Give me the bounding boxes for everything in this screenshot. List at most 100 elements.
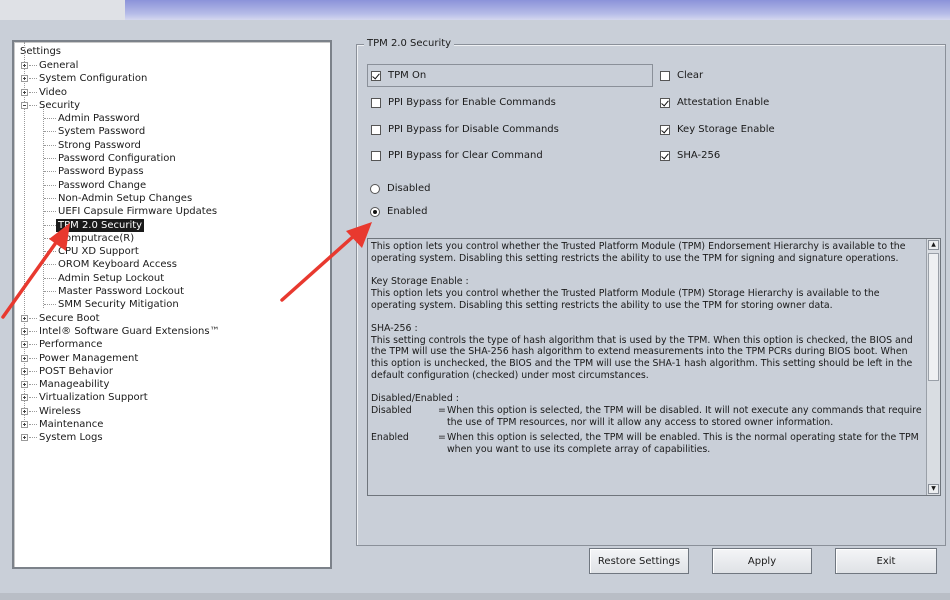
tree-item-maintenance[interactable]: Maintenance <box>14 418 330 431</box>
tree-connector <box>44 277 56 280</box>
tree-item-label: Strong Password <box>58 139 141 151</box>
tree-item-secure-boot[interactable]: Secure Boot <box>14 312 330 325</box>
tree-item-intel-software-guard-extensions[interactable]: Intel® Software Guard Extensions™ <box>14 325 330 338</box>
checkbox-box[interactable] <box>660 150 670 161</box>
tree-item-label: POST Behavior <box>39 365 113 377</box>
tree-item-system-password[interactable]: System Password <box>14 125 330 138</box>
tree-connector <box>29 78 37 80</box>
help-scrollbar[interactable]: ▲ ▼ <box>926 239 940 495</box>
tree-item-label: Intel® Software Guard Extensions™ <box>39 325 220 337</box>
clear-checkbox[interactable]: Clear <box>660 70 703 81</box>
restore-settings-button[interactable]: Restore Settings <box>589 548 689 574</box>
disabled-enabled-heading: Disabled/Enabled : <box>371 393 459 405</box>
tree-item-performance[interactable]: Performance <box>14 338 330 351</box>
sha256-checkbox[interactable]: SHA-256 <box>660 150 720 161</box>
disabled-radio[interactable]: Disabled <box>370 183 430 194</box>
settings-tree-panel[interactable]: Settings General System Configuration Vide… <box>12 40 332 569</box>
tree-connector <box>29 410 37 413</box>
tree-item-password-change[interactable]: Password Change <box>14 179 330 192</box>
expand-icon[interactable] <box>21 88 28 96</box>
ppi-bypass-clear-checkbox[interactable]: PPI Bypass for Clear Command <box>371 150 543 161</box>
tree-item-label: SMM Security Mitigation <box>58 299 179 311</box>
collapse-icon[interactable] <box>21 101 28 109</box>
tree-item-system-logs[interactable]: System Logs <box>14 431 330 444</box>
tree-item-power-management[interactable]: Power Management <box>14 352 330 365</box>
definition-equals: = <box>438 432 446 444</box>
definition-term: Disabled <box>371 404 412 416</box>
ppi-bypass-enable-checkbox[interactable]: PPI Bypass for Enable Commands <box>371 97 556 108</box>
tree-item-label: System Configuration <box>39 73 148 85</box>
tree-item-label: UEFI Capsule Firmware Updates <box>58 206 218 218</box>
attestation-enable-checkbox[interactable]: Attestation Enable <box>660 97 769 108</box>
tree-item-cpu-xd-support[interactable]: CPU XD Support <box>14 245 330 258</box>
expand-icon[interactable] <box>21 314 28 322</box>
tree-item-wireless[interactable]: Wireless <box>14 405 330 418</box>
tree-item-label: Master Password Lockout <box>58 286 185 298</box>
tree-item-non-admin-setup-changes[interactable]: Non-Admin Setup Changes <box>14 192 330 205</box>
exit-button[interactable]: Exit <box>835 548 937 574</box>
tree-connector <box>29 104 37 107</box>
tree-item-smm-security-mitigation[interactable]: SMM Security Mitigation <box>14 298 330 311</box>
expand-icon[interactable] <box>21 394 28 402</box>
checkbox-box[interactable] <box>660 70 670 81</box>
tree-connector <box>44 171 56 173</box>
tree-item-label: Password Configuration <box>58 153 176 165</box>
tree-item-orom-keyboard-access[interactable]: OROM Keyboard Access <box>14 258 330 271</box>
tree-item-general[interactable]: General <box>14 59 330 72</box>
tree-item-post-behavior[interactable]: POST Behavior <box>14 365 330 378</box>
checkbox-box[interactable] <box>660 124 670 135</box>
tree-item-admin-password[interactable]: Admin Password <box>14 112 330 125</box>
tpm-on-checkbox[interactable]: TPM On <box>371 70 426 81</box>
expand-icon[interactable] <box>21 75 28 83</box>
expand-icon[interactable] <box>21 62 28 69</box>
checkbox-box[interactable] <box>371 70 381 81</box>
tree-item-master-password-lockout[interactable]: Master Password Lockout <box>14 285 330 298</box>
scroll-up-icon[interactable]: ▲ <box>928 240 939 250</box>
tree-item-label: Password Bypass <box>58 166 144 178</box>
tree-item-strong-password[interactable]: Strong Password <box>14 139 330 152</box>
attestation-help: This option lets you control whether the… <box>371 241 906 264</box>
checkbox-box[interactable] <box>371 124 381 135</box>
tree-item-video[interactable]: Video <box>14 86 330 99</box>
apply-button[interactable]: Apply <box>712 548 812 574</box>
expand-icon[interactable] <box>21 407 28 415</box>
checkbox-box[interactable] <box>371 150 381 161</box>
tree-item-password-bypass[interactable]: Password Bypass <box>14 165 330 178</box>
checkbox-label: Clear <box>677 70 704 81</box>
scroll-thumb[interactable] <box>928 253 939 381</box>
tree-connector <box>29 437 37 439</box>
tree-root-label[interactable]: Settings <box>20 46 61 57</box>
radio-dot[interactable] <box>370 183 380 194</box>
expand-icon[interactable] <box>21 341 28 349</box>
tree-connector <box>29 370 37 373</box>
checkbox-box[interactable] <box>371 97 381 108</box>
tree-connector <box>44 197 56 200</box>
settings-tree: General System Configuration Video Security… <box>14 59 330 445</box>
enabled-radio[interactable]: Enabled <box>370 206 427 217</box>
expand-icon[interactable] <box>21 421 28 429</box>
help-description-box[interactable]: This option lets you control whether the… <box>367 238 941 496</box>
checkbox-box[interactable] <box>660 97 670 108</box>
tree-item-uefi-capsule-firmware-updates[interactable]: UEFI Capsule Firmware Updates <box>14 205 330 218</box>
expand-icon[interactable] <box>21 354 28 362</box>
tree-item-computrace-r[interactable]: Computrace(R) <box>14 232 330 245</box>
tree-item-admin-setup-lockout[interactable]: Admin Setup Lockout <box>14 272 330 285</box>
tree-item-system-configuration[interactable]: System Configuration <box>14 72 330 85</box>
tree-item-tpm-2-0-security[interactable]: TPM 2.0 Security <box>14 218 330 232</box>
tree-item-password-configuration[interactable]: Password Configuration <box>14 152 330 165</box>
expand-icon[interactable] <box>21 434 28 442</box>
scroll-down-icon[interactable]: ▼ <box>928 484 939 494</box>
tree-item-label: Performance <box>39 339 103 351</box>
tree-item-security[interactable]: Security <box>14 99 330 112</box>
ppi-bypass-disable-checkbox[interactable]: PPI Bypass for Disable Commands <box>371 124 559 135</box>
tree-item-manageability[interactable]: Manageability <box>14 378 330 391</box>
help-text: This option lets you control whether the… <box>371 241 923 456</box>
tree-connector <box>44 237 56 240</box>
tree-item-virtualization-support[interactable]: Virtualization Support <box>14 391 330 404</box>
radio-dot[interactable] <box>370 206 380 217</box>
key-storage-enable-checkbox[interactable]: Key Storage Enable <box>660 124 775 135</box>
expand-icon[interactable] <box>21 327 28 335</box>
expand-icon[interactable] <box>21 381 28 389</box>
sha256-heading: SHA-256 : <box>371 322 418 334</box>
expand-icon[interactable] <box>21 367 28 375</box>
